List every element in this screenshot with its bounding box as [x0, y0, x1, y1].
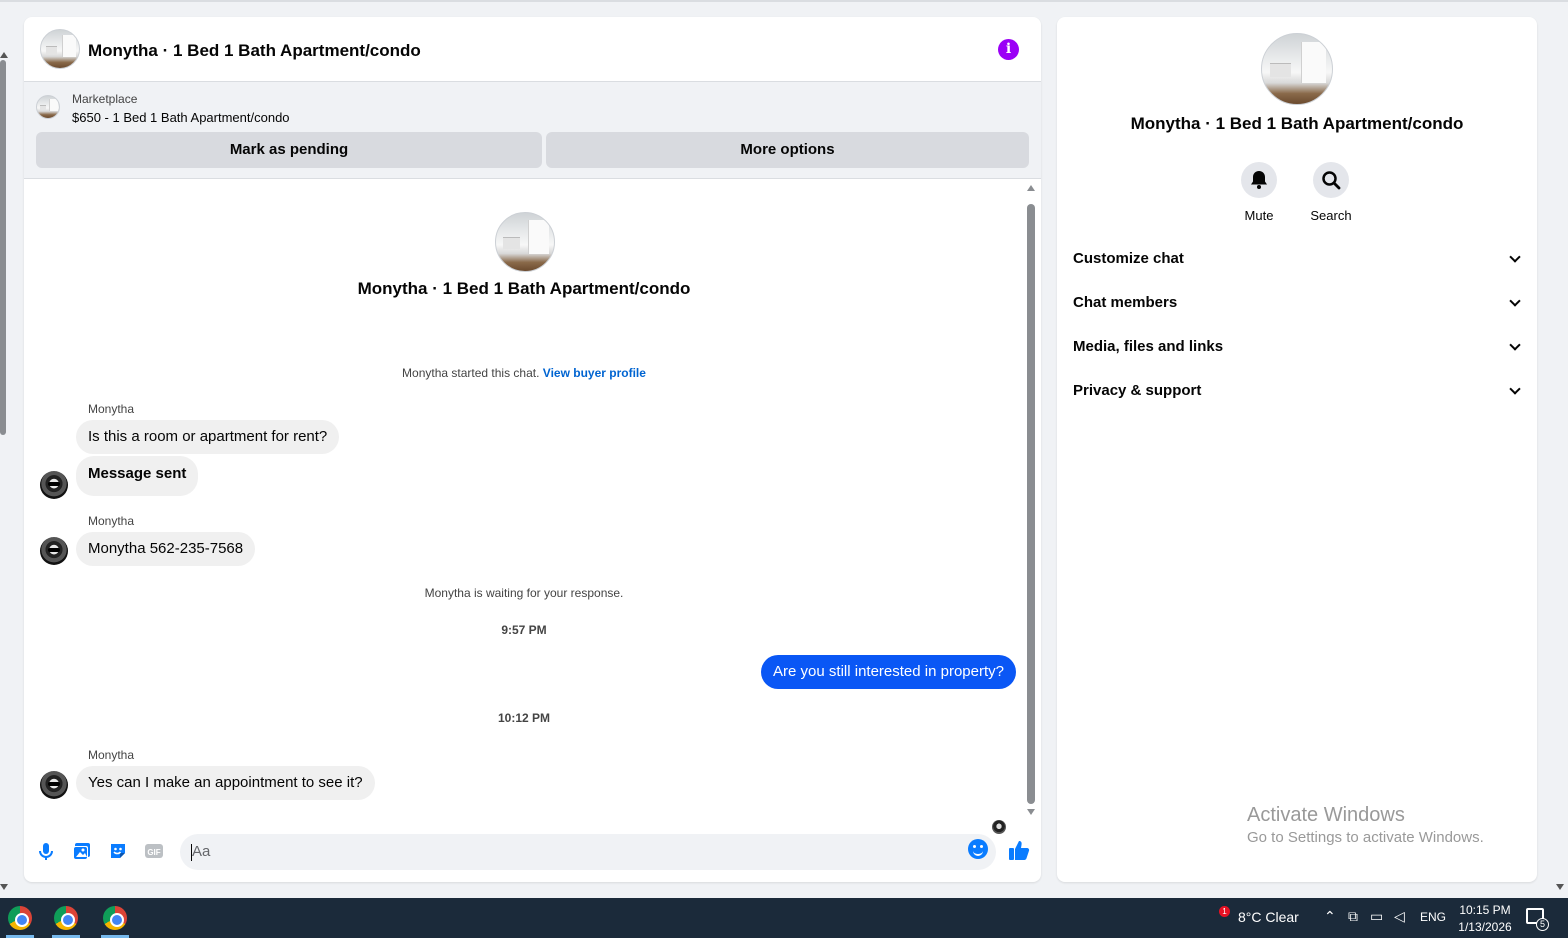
chat-info-panel: Monytha · 1 Bed 1 Bath Apartment/condo M… [1057, 17, 1537, 882]
sticker-icon[interactable] [108, 841, 128, 861]
activate-windows-subtitle: Go to Settings to activate Windows. [1247, 829, 1484, 846]
chevron-down-icon [1509, 251, 1521, 263]
page-scroll-down-arrow[interactable] [0, 884, 8, 890]
message-sender: Monytha [88, 402, 135, 416]
chat-header: Monytha · 1 Bed 1 Bath Apartment/condo i [24, 17, 1041, 82]
mute-label: Mute [1244, 208, 1274, 223]
privacy-support-label: Privacy & support [1073, 382, 1202, 399]
listing-small-thumbnail [36, 95, 60, 119]
more-options-button[interactable]: More options [546, 132, 1029, 168]
chat-title[interactable]: Monytha · 1 Bed 1 Bath Apartment/condo [88, 41, 421, 61]
network-icon[interactable]: ▭ [1370, 908, 1383, 925]
chrome-icon [103, 906, 127, 930]
chat-started-notice: Monytha started this chat. View buyer pr… [24, 366, 1024, 380]
notification-count: 5 [1536, 918, 1549, 931]
chat-panel: Monytha · 1 Bed 1 Bath Apartment/condo i… [24, 17, 1041, 882]
chevron-down-icon [1509, 339, 1521, 351]
message-sender: Monytha [88, 748, 135, 762]
bell-icon [1241, 162, 1277, 198]
svg-text:GIF: GIF [147, 848, 160, 857]
message-input-placeholder: Aa [192, 843, 211, 860]
customize-chat-label: Customize chat [1073, 250, 1184, 267]
chrome-icon [8, 906, 32, 930]
thumbs-up-icon[interactable] [1008, 839, 1030, 861]
search-label: Search [1310, 208, 1352, 223]
gif-icon[interactable]: GIF [144, 841, 164, 861]
customize-chat-row[interactable]: Customize chat [1073, 237, 1521, 281]
chrome-app-3[interactable] [95, 898, 135, 938]
message-list: Monytha · 1 Bed 1 Bath Apartment/condo M… [24, 179, 1041, 834]
message-input[interactable]: Aa [180, 834, 996, 870]
chat-scrollbar[interactable] [1027, 204, 1035, 804]
activate-windows-title: Activate Windows [1247, 804, 1405, 826]
page-scrollbar[interactable] [0, 60, 6, 435]
mark-as-pending-button[interactable]: Mark as pending [36, 132, 542, 168]
microphone-icon[interactable] [36, 841, 56, 861]
own-message-bubble[interactable]: Are you still interested in property? [761, 655, 1016, 689]
timestamp: 10:12 PM [497, 711, 551, 725]
avatar[interactable] [40, 537, 68, 565]
weather-alert-badge: 1 [1219, 906, 1230, 917]
info-icon[interactable]: i [998, 39, 1019, 60]
page-scroll-up-arrow[interactable] [0, 52, 8, 58]
message-bubble[interactable]: Message sent [76, 456, 199, 496]
media-files-links-row[interactable]: Media, files and links [1073, 325, 1521, 369]
started-text: Monytha started this chat. [402, 366, 540, 380]
conversation-name: Monytha · 1 Bed 1 Bath Apartment/condo [357, 279, 691, 298]
search-button[interactable]: Search [1301, 162, 1361, 223]
media-files-links-label: Media, files and links [1073, 338, 1224, 355]
message-sender: Monytha [88, 514, 135, 528]
chevron-down-icon [1509, 295, 1521, 307]
side-panel-name: Monytha · 1 Bed 1 Bath Apartment/condo [1130, 114, 1464, 133]
message-bubble[interactable]: Is this a room or apartment for rent? [76, 420, 340, 454]
chat-members-row[interactable]: Chat members [1073, 281, 1521, 325]
chat-scroll-up-arrow[interactable] [1027, 185, 1035, 191]
timestamp: 9:57 PM [501, 623, 547, 637]
composer: GIF Aa [24, 829, 1041, 882]
side-scroll-down-arrow[interactable] [1556, 884, 1564, 890]
photo-icon[interactable] [72, 841, 92, 861]
window-top-border [0, 0, 1568, 2]
chevron-down-icon [1509, 383, 1521, 395]
taskbar: 1 8°C Clear ⌃ ⧉ ▭ ◁ ENG 10:15 PM 1/13/20… [0, 898, 1568, 938]
avatar[interactable] [40, 471, 68, 499]
message-bubble[interactable]: Yes can I make an appointment to see it? [76, 766, 375, 800]
volume-icon[interactable]: ◁ [1394, 908, 1405, 925]
chrome-app-1[interactable] [0, 898, 40, 938]
meet-now-icon[interactable]: ⧉ [1348, 908, 1358, 925]
clock-date: 1/13/2026 [1458, 920, 1512, 934]
search-icon [1313, 162, 1349, 198]
chrome-app-2[interactable] [46, 898, 86, 938]
language-indicator[interactable]: ENG [1420, 910, 1446, 924]
conversation-thumbnail [495, 212, 555, 272]
activate-windows-watermark: Activate Windows Go to Settings to activ… [1247, 804, 1484, 846]
message-bubble[interactable]: Monytha 562-235-7568 [76, 532, 256, 566]
avatar[interactable] [40, 771, 68, 799]
view-buyer-profile-link[interactable]: View buyer profile [543, 366, 646, 380]
emoji-icon[interactable] [968, 839, 988, 859]
listing-profile-image[interactable] [1261, 33, 1333, 105]
clock[interactable]: 10:15 PM 1/13/2026 [1450, 902, 1520, 936]
waiting-notice: Monytha is waiting for your response. [424, 586, 624, 600]
chat-members-label: Chat members [1073, 294, 1178, 311]
chat-scroll-down-arrow[interactable] [1027, 809, 1035, 815]
privacy-support-row[interactable]: Privacy & support [1073, 369, 1521, 413]
marketplace-label: Marketplace [72, 92, 138, 106]
listing-price-title[interactable]: $650 - 1 Bed 1 Bath Apartment/condo [72, 110, 290, 125]
chrome-icon [54, 906, 78, 930]
marketplace-banner: Marketplace $650 - 1 Bed 1 Bath Apartmen… [24, 82, 1041, 179]
clock-time: 10:15 PM [1459, 903, 1511, 917]
chevron-up-icon[interactable]: ⌃ [1324, 908, 1336, 925]
weather-widget[interactable]: 8°C Clear [1238, 909, 1299, 925]
mute-button[interactable]: Mute [1229, 162, 1289, 223]
listing-thumbnail[interactable] [40, 29, 80, 69]
